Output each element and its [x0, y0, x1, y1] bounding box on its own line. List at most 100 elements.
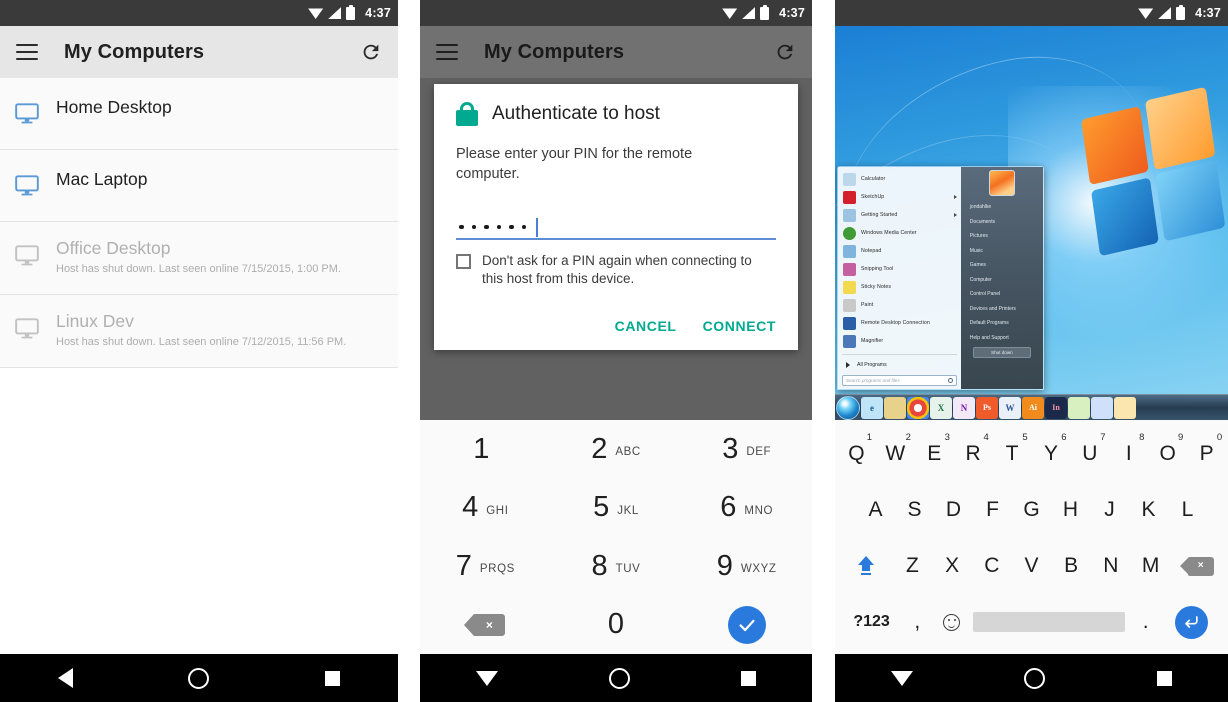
- onenote-icon[interactable]: N: [953, 396, 975, 419]
- all-programs-button[interactable]: All Programs: [838, 357, 961, 373]
- key-i[interactable]: 8I: [1109, 426, 1148, 482]
- shutdown-button[interactable]: Shut down: [972, 347, 1031, 358]
- start-menu-right-item[interactable]: Control Panel: [961, 287, 1043, 302]
- key-v[interactable]: V: [1012, 538, 1052, 594]
- key-q[interactable]: 1Q: [837, 426, 876, 482]
- start-menu-right-item[interactable]: Documents: [961, 215, 1043, 230]
- key-t[interactable]: 5T: [993, 426, 1032, 482]
- key-u[interactable]: 7U: [1070, 426, 1109, 482]
- excel-icon[interactable]: X: [930, 396, 952, 419]
- key-7[interactable]: 7 PRQS: [420, 537, 551, 596]
- connect-button[interactable]: CONNECT: [703, 318, 776, 334]
- start-menu-item[interactable]: Magnifier: [838, 332, 961, 350]
- start-menu-item[interactable]: Calculator: [838, 170, 961, 188]
- start-menu-item[interactable]: Remote Desktop Connection: [838, 314, 961, 332]
- emoji-key[interactable]: [934, 594, 968, 650]
- key-confirm[interactable]: [681, 596, 812, 655]
- start-search-input[interactable]: Search programs and files: [842, 375, 957, 386]
- host-row[interactable]: Home Desktop: [0, 78, 398, 150]
- symbols-key[interactable]: ?123: [843, 594, 900, 650]
- key-backspace[interactable]: ×: [420, 596, 551, 655]
- refresh-icon[interactable]: [360, 41, 382, 63]
- hamburger-menu-icon[interactable]: [16, 44, 38, 60]
- start-menu-right-item[interactable]: Music: [961, 244, 1043, 259]
- key-g[interactable]: G: [1012, 482, 1051, 538]
- key-1[interactable]: 1: [420, 420, 551, 479]
- key-2[interactable]: 2 ABC: [551, 420, 682, 479]
- start-menu-right-item[interactable]: Help and Support: [961, 331, 1043, 346]
- home-circle-icon[interactable]: [1024, 667, 1046, 689]
- start-menu-item[interactable]: Sticky Notes: [838, 278, 961, 296]
- key-0[interactable]: 0: [551, 596, 682, 655]
- start-menu-item[interactable]: Snipping Tool: [838, 260, 961, 278]
- windows-explorer-icon[interactable]: [884, 396, 906, 419]
- key-w[interactable]: 2W: [876, 426, 915, 482]
- key-y[interactable]: 6Y: [1032, 426, 1071, 482]
- period-key[interactable]: .: [1129, 594, 1163, 650]
- start-menu-right-item[interactable]: Default Programs: [961, 316, 1043, 331]
- key-z[interactable]: Z: [893, 538, 933, 594]
- key-x[interactable]: X: [932, 538, 972, 594]
- home-circle-icon[interactable]: [608, 667, 630, 689]
- remember-pin-checkbox[interactable]: [456, 254, 471, 269]
- recents-square-icon[interactable]: [741, 670, 757, 686]
- backspace-key[interactable]: ×: [1170, 538, 1224, 594]
- key-p[interactable]: 0P: [1187, 426, 1226, 482]
- key-s[interactable]: S: [895, 482, 934, 538]
- cancel-button[interactable]: CANCEL: [615, 318, 677, 334]
- evernote-icon[interactable]: [1068, 396, 1090, 419]
- key-m[interactable]: M: [1131, 538, 1171, 594]
- hide-keyboard-down-icon[interactable]: [475, 670, 498, 686]
- pin-input[interactable]: [456, 214, 776, 240]
- key-f[interactable]: F: [973, 482, 1012, 538]
- key-k[interactable]: K: [1129, 482, 1168, 538]
- key-5[interactable]: 5 JKL: [551, 479, 682, 538]
- start-menu-item[interactable]: Windows Media Center: [838, 224, 961, 242]
- back-triangle-icon[interactable]: [57, 668, 73, 688]
- key-j[interactable]: J: [1090, 482, 1129, 538]
- remember-pin-row[interactable]: Don't ask for a PIN again when connectin…: [456, 252, 776, 288]
- refresh-icon[interactable]: [774, 41, 796, 63]
- space-key[interactable]: [969, 594, 1129, 650]
- start-menu-right-item[interactable]: Computer: [961, 273, 1043, 288]
- docs-icon[interactable]: [1091, 396, 1113, 419]
- hamburger-menu-icon[interactable]: [436, 44, 458, 60]
- shift-key[interactable]: [839, 538, 893, 594]
- sheets-icon[interactable]: [1114, 396, 1136, 419]
- key-b[interactable]: B: [1051, 538, 1091, 594]
- key-8[interactable]: 8 TUV: [551, 537, 682, 596]
- enter-key[interactable]: [1163, 594, 1220, 650]
- start-menu-item[interactable]: SketchUp: [838, 188, 961, 206]
- key-n[interactable]: N: [1091, 538, 1131, 594]
- key-9[interactable]: 9 WXYZ: [681, 537, 812, 596]
- host-row[interactable]: Office Desktop Host has shut down. Last …: [0, 222, 398, 295]
- key-4[interactable]: 4 GHI: [420, 479, 551, 538]
- photoshop-icon[interactable]: Ps: [976, 396, 998, 419]
- start-menu-right-item[interactable]: Pictures: [961, 229, 1043, 244]
- host-row[interactable]: Mac Laptop: [0, 150, 398, 222]
- home-circle-icon[interactable]: [188, 667, 210, 689]
- key-e[interactable]: 3E: [915, 426, 954, 482]
- start-menu-right-item[interactable]: Devices and Printers: [961, 302, 1043, 317]
- illustrator-icon[interactable]: Ai: [1022, 396, 1044, 419]
- chrome-icon[interactable]: [907, 396, 929, 419]
- user-avatar[interactable]: [988, 170, 1015, 196]
- key-d[interactable]: D: [934, 482, 973, 538]
- key-c[interactable]: C: [972, 538, 1012, 594]
- indesign-icon[interactable]: In: [1045, 396, 1067, 419]
- key-r[interactable]: 4R: [954, 426, 993, 482]
- start-menu-right-item[interactable]: Games: [961, 258, 1043, 273]
- start-menu-item[interactable]: Notepad: [838, 242, 961, 260]
- word-icon[interactable]: W: [999, 396, 1021, 419]
- host-row[interactable]: Linux Dev Host has shut down. Last seen …: [0, 295, 398, 368]
- recents-square-icon[interactable]: [1157, 670, 1173, 686]
- start-menu-right-item[interactable]: jondahlke: [961, 200, 1043, 215]
- start-menu-item[interactable]: Paint: [838, 296, 961, 314]
- remote-desktop-view[interactable]: Calculator SketchUp Getting Started Wind…: [835, 26, 1228, 420]
- start-menu-item[interactable]: Getting Started: [838, 206, 961, 224]
- key-a[interactable]: A: [856, 482, 895, 538]
- key-l[interactable]: L: [1168, 482, 1207, 538]
- start-orb-icon[interactable]: [836, 395, 860, 420]
- hide-keyboard-down-icon[interactable]: [890, 670, 913, 686]
- recents-square-icon[interactable]: [325, 670, 341, 686]
